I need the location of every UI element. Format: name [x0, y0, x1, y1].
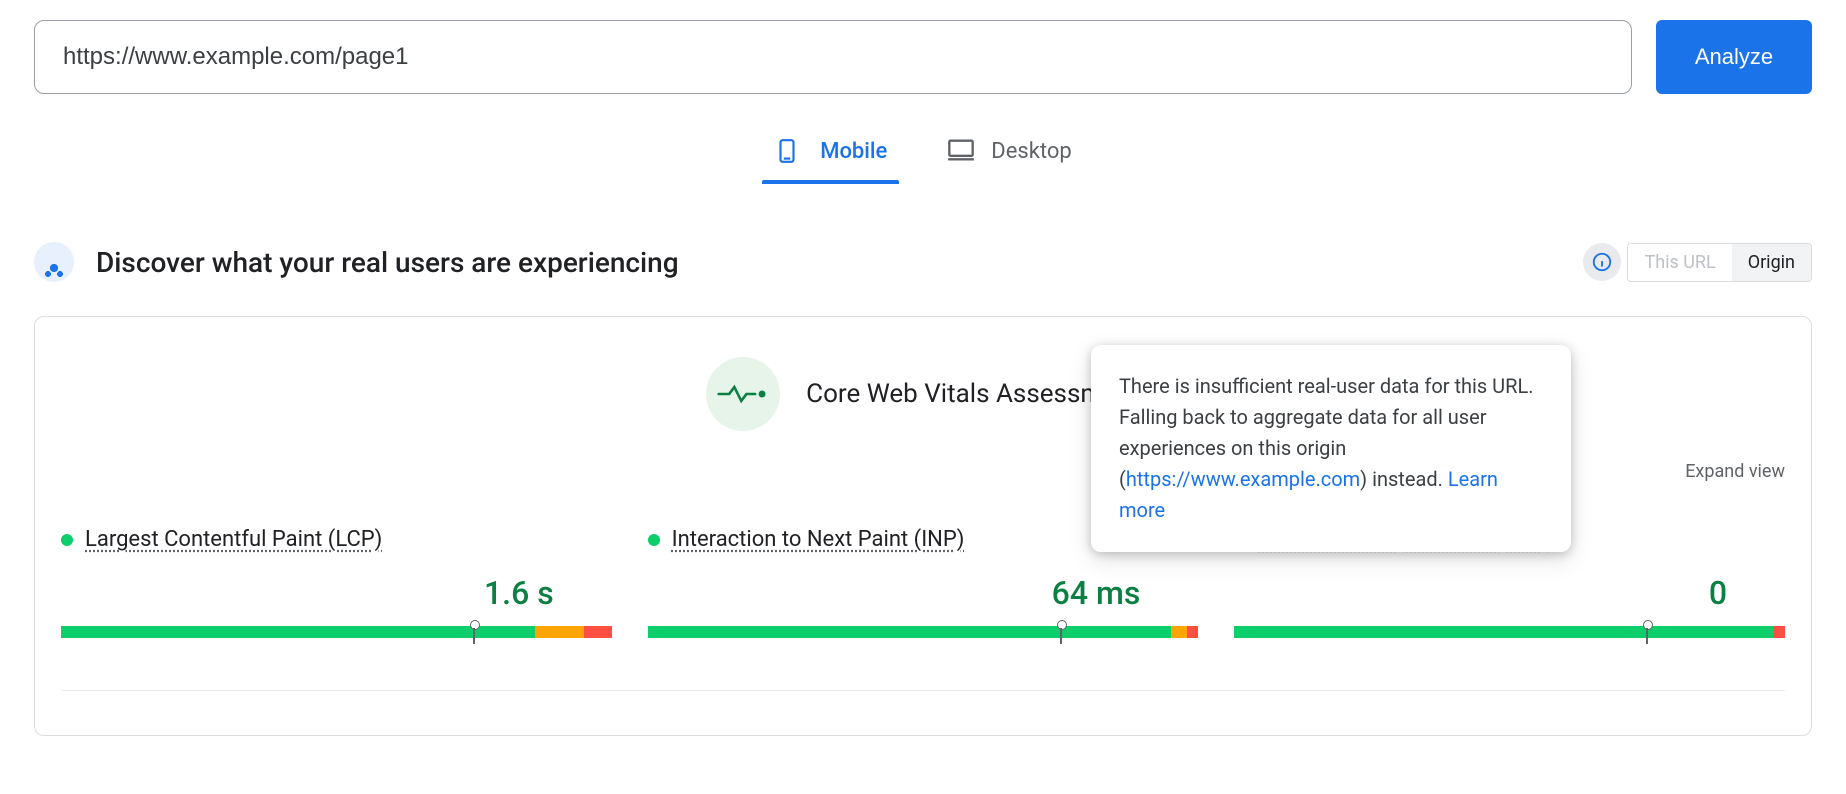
url-input[interactable] — [34, 20, 1632, 94]
desktop-icon — [945, 136, 977, 166]
tab-desktop-label: Desktop — [991, 139, 1072, 164]
distribution-bar — [648, 626, 1199, 638]
percentile-marker — [468, 620, 480, 644]
bad-segment — [1774, 626, 1785, 638]
ok-segment — [535, 626, 585, 638]
tab-mobile-label: Mobile — [820, 139, 887, 164]
metric-value: 0 — [1234, 574, 1785, 612]
metric-value: 64 ms — [648, 574, 1199, 612]
divider — [61, 690, 1785, 691]
crux-icon — [34, 242, 74, 282]
scope-origin[interactable]: Origin — [1732, 244, 1811, 281]
distribution-bar — [61, 626, 612, 638]
ok-segment — [1171, 626, 1188, 638]
metric: Largest Contentful Paint (LCP) 1.6 s — [61, 527, 612, 638]
tooltip-origin-link[interactable]: https://www.example.com — [1126, 467, 1360, 491]
assessment-title: Core Web Vitals Assessment — [806, 379, 1140, 409]
percentile-marker — [1641, 620, 1653, 644]
expand-view-link[interactable]: Expand view — [1685, 461, 1785, 482]
mobile-icon — [774, 136, 806, 166]
status-dot — [61, 534, 73, 546]
scope-this-url: This URL — [1628, 244, 1731, 281]
analyze-button[interactable]: Analyze — [1656, 20, 1812, 94]
bad-segment — [584, 626, 612, 638]
metric-name[interactable]: Interaction to Next Paint (INP) — [672, 527, 965, 552]
scope-toggle: This URL Origin — [1627, 243, 1812, 282]
bad-segment — [1187, 626, 1198, 638]
info-icon[interactable] — [1583, 243, 1621, 281]
good-segment — [1234, 626, 1774, 638]
distribution-bar — [1234, 626, 1785, 638]
field-data-card: There is insufficient real-user data for… — [34, 316, 1812, 736]
metric-value: 1.6 s — [61, 574, 612, 612]
percentile-marker — [1055, 620, 1067, 644]
status-dot — [648, 534, 660, 546]
good-segment — [648, 626, 1171, 638]
metric-name[interactable]: Largest Contentful Paint (LCP) — [85, 527, 382, 552]
tab-mobile[interactable]: Mobile — [770, 136, 891, 182]
pass-icon — [706, 357, 780, 431]
section-title: Discover what your real users are experi… — [96, 246, 679, 279]
insufficient-data-tooltip: There is insufficient real-user data for… — [1091, 345, 1571, 552]
device-tabs: Mobile Desktop — [34, 136, 1812, 182]
good-segment — [61, 626, 535, 638]
tab-desktop[interactable]: Desktop — [941, 136, 1076, 182]
tooltip-text-mid: ) instead. — [1360, 467, 1448, 491]
